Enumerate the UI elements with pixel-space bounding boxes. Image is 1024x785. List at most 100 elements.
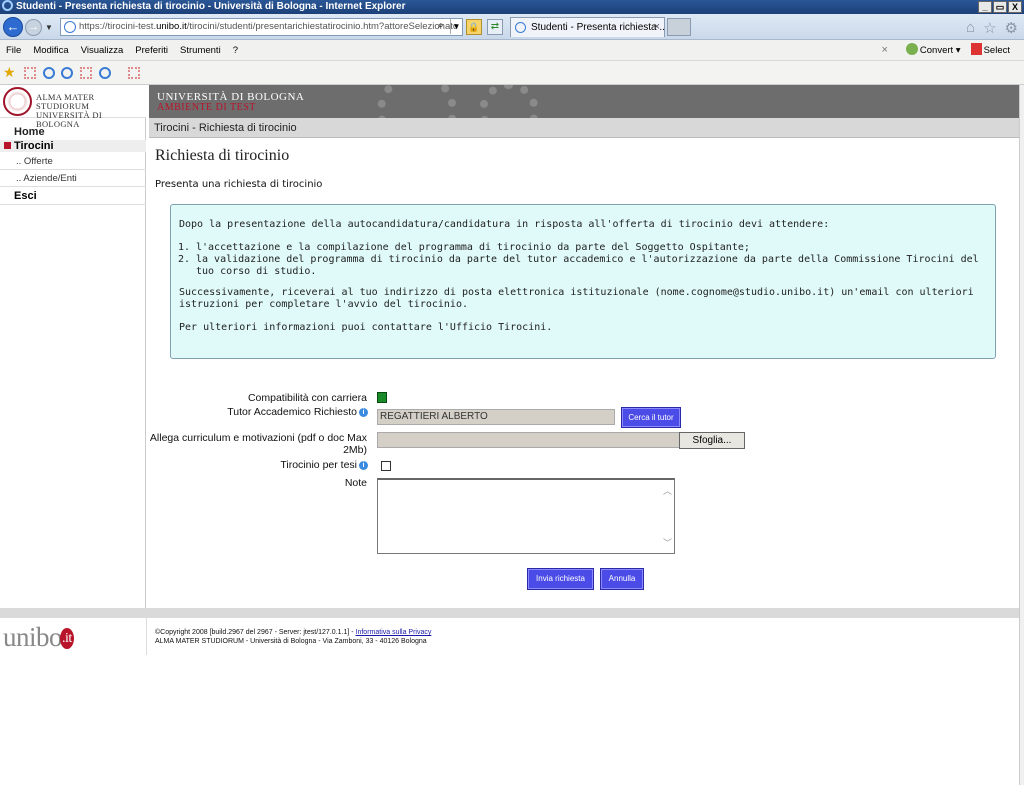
home-icon[interactable]: ⌂ xyxy=(966,19,975,37)
web-page: ALMA MATER STUDIORUM UNIVERSITÀ DI BOLOG… xyxy=(0,85,1019,785)
browser-tab[interactable]: Studenti - Presenta richiesta ... × xyxy=(510,17,665,37)
favorite-link-icon[interactable] xyxy=(80,67,92,79)
menu-visualizza[interactable]: Visualizza xyxy=(75,45,130,56)
unibo-logo-text: unibo xyxy=(3,622,63,652)
info-contact: Per ulteriori informazioni puoi contatta… xyxy=(179,322,553,333)
gear-decoration-icon xyxy=(479,85,539,118)
tools-gear-icon[interactable]: ⚙ xyxy=(1005,19,1018,37)
sidebar: Home Tirocini .. Offerte .. Aziende/Enti… xyxy=(0,118,146,608)
lock-icon[interactable]: 🔒 xyxy=(466,19,482,35)
favorite-ie-icon[interactable] xyxy=(43,67,55,79)
url-path: /tirocini/studenti/presentarichiestatiro… xyxy=(186,21,459,32)
scroll-up-icon[interactable]: ︿ xyxy=(663,484,672,497)
search-icon[interactable]: ⌕ xyxy=(438,18,450,34)
compat-status-indicator xyxy=(377,392,387,403)
url-dropdown-icon[interactable]: ▼ xyxy=(450,19,462,34)
unibo-logo-it: .it xyxy=(60,628,74,649)
breadcrumb: Tirocini - Richiesta di tirocinio xyxy=(149,118,1019,138)
banner-subtitle: AMBIENTE DI TEST xyxy=(157,102,256,113)
sidebar-item-tirocini[interactable]: Tirocini xyxy=(0,140,146,152)
footer-address: ALMA MATER STUDIORUM - Università di Bol… xyxy=(155,638,427,645)
thesis-checkbox[interactable] xyxy=(381,461,391,471)
new-tab-button[interactable] xyxy=(667,18,691,36)
sidebar-item-home[interactable]: Home xyxy=(14,126,45,138)
menu-modifica[interactable]: Modifica xyxy=(27,45,74,56)
search-tutor-button[interactable]: Cerca il tutor xyxy=(621,407,681,428)
info-next: Successivamente, riceverai al tuo indiri… xyxy=(179,287,974,310)
footer-divider xyxy=(0,608,1019,618)
sidebar-divider xyxy=(0,186,146,187)
info-icon[interactable]: i xyxy=(359,408,368,417)
favorite-ie-icon[interactable] xyxy=(61,67,73,79)
favorite-link-icon[interactable] xyxy=(128,67,140,79)
favorites-bar: ★ xyxy=(0,61,1024,85)
gear-decoration-icon xyxy=(377,85,457,118)
info-step: la validazione del programma di tirocini… xyxy=(196,254,987,278)
browse-button[interactable]: Sfoglia... xyxy=(679,432,745,449)
page-icon xyxy=(64,21,76,33)
thesis-label: Tirocinio per tesi i xyxy=(280,459,368,471)
close-tab-icon[interactable]: × xyxy=(654,18,660,37)
unibo-logo[interactable]: unibo.it xyxy=(3,622,74,653)
compat-label: Compatibilità con carriera xyxy=(247,392,367,404)
refresh-icon[interactable]: ⇄ xyxy=(487,19,503,35)
tutor-input[interactable]: REGATTIERI ALBERTO xyxy=(377,409,615,425)
cv-file-input[interactable] xyxy=(377,432,680,448)
submit-request-button[interactable]: Invia richiesta xyxy=(527,568,594,590)
cv-label: Allega curriculum e motivazioni (pdf o d… xyxy=(150,432,367,456)
header-banner: UNIVERSITÀ DI BOLOGNA AMBIENTE DI TEST xyxy=(149,85,1019,118)
cancel-button[interactable]: Annulla xyxy=(600,568,644,590)
select-button[interactable]: Select xyxy=(970,43,1010,56)
minimize-button[interactable]: _ xyxy=(978,1,992,13)
window-titlebar: Studenti - Presenta richiesta di tirocin… xyxy=(0,0,1024,14)
window-title: Studenti - Presenta richiesta di tirocin… xyxy=(16,1,406,12)
sidebar-item-offerte[interactable]: .. Offerte xyxy=(16,156,53,167)
notes-label: Note xyxy=(344,477,367,489)
favorite-ie-icon[interactable] xyxy=(99,67,111,79)
info-box: Dopo la presentazione della autocandidat… xyxy=(170,204,996,359)
select-label: Select xyxy=(983,45,1010,56)
privacy-link[interactable]: Informativa sulla Privacy xyxy=(356,629,432,636)
close-toolbar-icon[interactable]: × xyxy=(881,44,887,56)
info-intro: Dopo la presentazione della autocandidat… xyxy=(179,219,830,230)
notes-textarea[interactable]: ︿ ﹀ xyxy=(377,478,675,554)
tutor-label-text: Tutor Accademico Richiesto xyxy=(227,406,357,418)
restore-button[interactable]: ▭ xyxy=(993,1,1007,13)
favorites-star-icon[interactable]: ☆ xyxy=(983,19,996,37)
copyright-text: ©Copyright 2008 [build.2967 del 2967 - S… xyxy=(155,629,356,636)
sidebar-divider xyxy=(0,169,146,170)
url-host: unibo.it xyxy=(156,21,187,32)
tab-page-icon xyxy=(515,22,526,33)
page-scrollbar[interactable] xyxy=(1019,85,1024,785)
info-icon[interactable]: i xyxy=(359,461,368,470)
cv-label-line-2: 2Mb) xyxy=(343,444,367,456)
scroll-down-icon[interactable]: ﹀ xyxy=(663,536,672,549)
convert-button[interactable]: Convert ▾ xyxy=(905,43,961,56)
favorites-icon[interactable]: ★ xyxy=(3,64,16,80)
close-window-button[interactable]: X xyxy=(1008,1,1022,13)
convert-icon xyxy=(905,43,918,55)
menu-help[interactable]: ? xyxy=(227,45,244,56)
menu-strumenti[interactable]: Strumenti xyxy=(174,45,227,56)
page-subtitle: Presenta una richiesta di tirocinio xyxy=(155,179,323,190)
forward-button[interactable]: → xyxy=(25,19,42,36)
back-button[interactable]: ← xyxy=(3,17,23,37)
university-logo[interactable]: ALMA MATER STUDIORUM UNIVERSITÀ DI BOLOG… xyxy=(0,85,146,129)
sidebar-divider xyxy=(0,204,146,205)
page-title: Richiesta di tirocinio xyxy=(155,147,290,164)
footer-separator xyxy=(146,618,147,655)
sidebar-item-aziende[interactable]: .. Aziende/Enti xyxy=(16,173,77,184)
sidebar-item-esci[interactable]: Esci xyxy=(14,190,37,202)
menu-file[interactable]: File xyxy=(0,45,27,56)
menu-preferiti[interactable]: Preferiti xyxy=(129,45,174,56)
info-steps: l'accettazione e la compilazione del pro… xyxy=(196,242,987,278)
history-dropdown-icon[interactable]: ▼ xyxy=(45,23,53,32)
address-input[interactable]: https://tirocini-test.unibo.it/tirocini/… xyxy=(60,18,463,36)
sidebar-item-tirocini-label: Tirocini xyxy=(14,140,54,152)
menu-bar: File Modifica Visualizza Preferiti Strum… xyxy=(0,40,1024,61)
tab-title: Studenti - Presenta richiesta ... xyxy=(531,22,665,33)
copyright-notice: ©Copyright 2008 [build.2967 del 2967 - S… xyxy=(155,628,431,646)
convert-label: Convert xyxy=(919,45,954,56)
favorite-link-icon[interactable] xyxy=(24,67,36,79)
info-step: l'accettazione e la compilazione del pro… xyxy=(196,242,987,254)
